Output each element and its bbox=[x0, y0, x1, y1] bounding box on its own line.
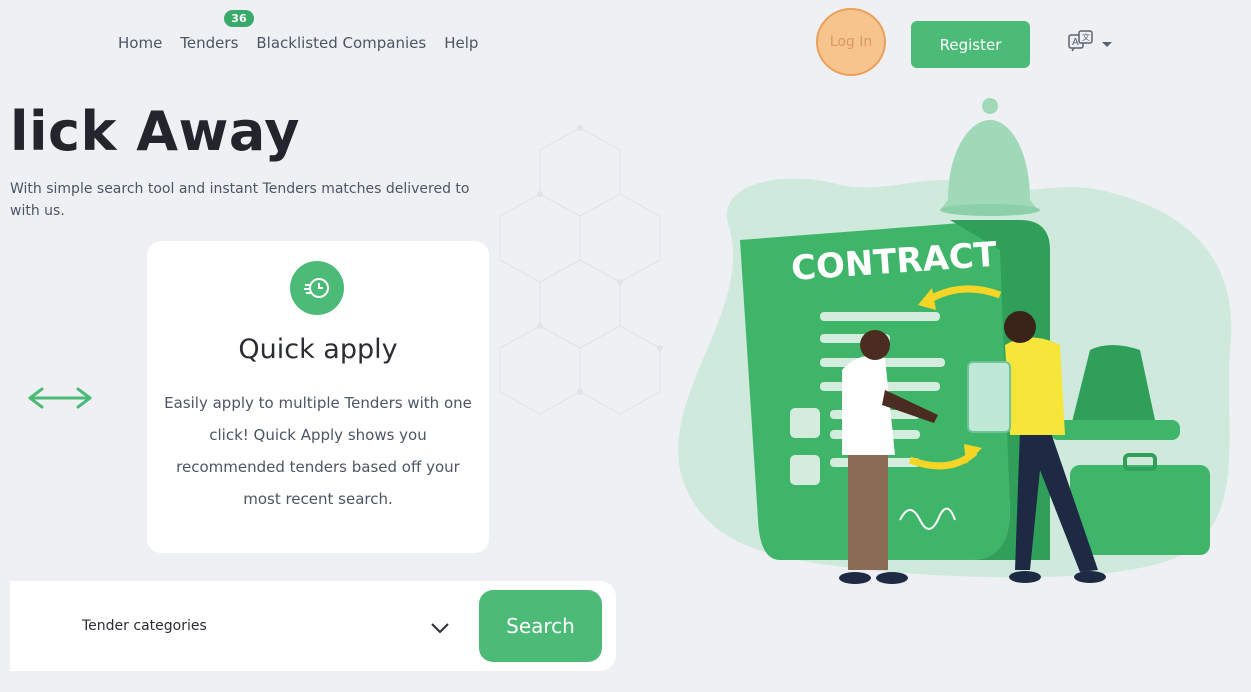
nav-tenders-link[interactable]: Tenders 36 bbox=[180, 10, 254, 52]
hero-subtitle: With simple search tool and instant Tend… bbox=[10, 181, 470, 219]
tenders-count-badge: 36 bbox=[224, 10, 254, 27]
login-label: Log In bbox=[829, 34, 873, 50]
nav-help-link[interactable]: Help bbox=[444, 34, 478, 52]
nav-blacklisted-link[interactable]: Blacklisted Companies bbox=[256, 34, 426, 52]
top-navbar: Home Tenders 36 Blacklisted Companies He… bbox=[0, 0, 1251, 90]
card-description: Easily apply to multiple Tenders with on… bbox=[164, 394, 472, 508]
hexagon-pattern bbox=[499, 125, 663, 415]
nav-home-link[interactable]: Home bbox=[118, 34, 162, 52]
tender-category-select[interactable]: Tender categories bbox=[10, 581, 470, 671]
chevron-down-icon bbox=[430, 619, 450, 638]
nav-tenders-label: Tenders bbox=[180, 34, 239, 52]
hero-title: lick Away bbox=[10, 100, 300, 163]
language-selector[interactable]: A 文 bbox=[1068, 30, 1112, 58]
clock-fast-icon bbox=[290, 261, 344, 315]
svg-text:A: A bbox=[1072, 37, 1079, 48]
quick-apply-card: Quick apply Easily apply to multiple Ten… bbox=[147, 241, 489, 553]
register-button[interactable]: Register bbox=[911, 21, 1030, 68]
nav-links: Home Tenders 36 Blacklisted Companies He… bbox=[118, 10, 496, 52]
bell-icon bbox=[940, 98, 1040, 216]
category-select-label: Tender categories bbox=[82, 618, 207, 634]
card-title: Quick apply bbox=[238, 334, 398, 365]
login-button[interactable]: Log In bbox=[816, 8, 886, 76]
contract-illustration: CONTRACT bbox=[678, 98, 1232, 584]
translate-icon: A 文 bbox=[1068, 30, 1094, 58]
tender-search-bar: Tender categories Search bbox=[10, 581, 616, 671]
chevron-down-icon bbox=[1102, 41, 1112, 47]
search-button[interactable]: Search bbox=[479, 590, 602, 662]
svg-text:文: 文 bbox=[1082, 32, 1090, 42]
double-arrow-icon[interactable] bbox=[26, 384, 94, 416]
